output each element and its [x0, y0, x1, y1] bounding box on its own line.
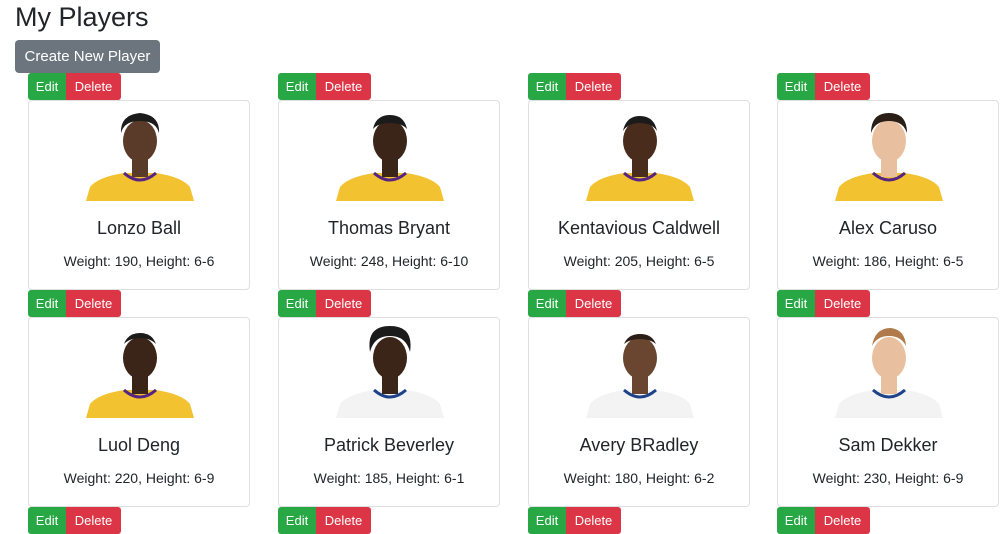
page-title: My Players	[15, 2, 149, 32]
player-name: Luol Deng	[97, 435, 181, 455]
edit-button[interactable]: Edit	[28, 290, 66, 317]
edit-button[interactable]: Edit	[777, 290, 815, 317]
player-actions: Edit Delete	[777, 290, 870, 317]
delete-button[interactable]: Delete	[316, 507, 371, 534]
player-photo	[86, 113, 194, 201]
player-photo	[835, 113, 943, 201]
player-actions: Edit Delete	[28, 290, 121, 317]
player-photo	[86, 333, 194, 418]
edit-button[interactable]: Edit	[528, 73, 566, 100]
edit-button[interactable]: Edit	[28, 73, 66, 100]
edit-button[interactable]: Edit	[278, 507, 316, 534]
player-actions: Edit Delete	[278, 290, 371, 317]
delete-button[interactable]: Delete	[566, 290, 621, 317]
player-photo	[835, 328, 943, 418]
player-photo	[586, 116, 694, 201]
player-actions: Edit Delete	[28, 507, 121, 534]
edit-button[interactable]: Edit	[278, 73, 316, 100]
player-stats: Weight: 230, Height: 6-9	[812, 470, 964, 486]
edit-button[interactable]: Edit	[528, 507, 566, 534]
delete-button[interactable]: Delete	[66, 290, 121, 317]
player-stats: Weight: 220, Height: 6-9	[63, 470, 215, 486]
player-name: Alex Caruso	[838, 218, 938, 238]
player-name: Patrick Beverley	[323, 435, 455, 455]
player-card: Patrick Beverley Weight: 185, Height: 6-…	[278, 317, 500, 507]
player-actions: Edit Delete	[777, 507, 870, 534]
player-card: Kentavious Caldwell Weight: 205, Height:…	[528, 100, 750, 290]
player-photo	[336, 326, 444, 418]
edit-button[interactable]: Edit	[278, 290, 316, 317]
player-name: Sam Dekker	[838, 435, 938, 455]
delete-button[interactable]: Delete	[66, 73, 121, 100]
edit-button[interactable]: Edit	[777, 507, 815, 534]
player-actions: Edit Delete	[528, 507, 621, 534]
player-name: Avery BRadley	[579, 435, 699, 455]
player-actions: Edit Delete	[278, 507, 371, 534]
player-actions: Edit Delete	[528, 290, 621, 317]
player-photo	[586, 334, 694, 418]
player-card: Avery BRadley Weight: 180, Height: 6-2	[528, 317, 750, 507]
player-actions: Edit Delete	[528, 73, 621, 100]
edit-button[interactable]: Edit	[777, 73, 815, 100]
player-card: Alex Caruso Weight: 186, Height: 6-5	[777, 100, 999, 290]
delete-button[interactable]: Delete	[815, 73, 870, 100]
player-actions: Edit Delete	[278, 73, 371, 100]
player-stats: Weight: 185, Height: 6-1	[313, 470, 465, 486]
delete-button[interactable]: Delete	[815, 290, 870, 317]
player-stats: Weight: 248, Height: 6-10	[309, 253, 469, 269]
player-stats: Weight: 190, Height: 6-6	[63, 253, 215, 269]
player-stats: Weight: 186, Height: 6-5	[812, 253, 964, 269]
edit-button[interactable]: Edit	[528, 290, 566, 317]
player-name: Lonzo Ball	[96, 218, 182, 238]
delete-button[interactable]: Delete	[566, 507, 621, 534]
player-card: Lonzo Ball Weight: 190, Height: 6-6	[28, 100, 250, 290]
player-actions: Edit Delete	[28, 73, 121, 100]
player-photo	[336, 115, 444, 201]
delete-button[interactable]: Delete	[316, 290, 371, 317]
player-name: Kentavious Caldwell	[557, 218, 721, 238]
player-stats: Weight: 180, Height: 6-2	[563, 470, 715, 486]
player-stats: Weight: 205, Height: 6-5	[563, 253, 715, 269]
delete-button[interactable]: Delete	[66, 507, 121, 534]
delete-button[interactable]: Delete	[316, 73, 371, 100]
edit-button[interactable]: Edit	[28, 507, 66, 534]
delete-button[interactable]: Delete	[566, 73, 621, 100]
delete-button[interactable]: Delete	[815, 507, 870, 534]
player-card: Thomas Bryant Weight: 248, Height: 6-10	[278, 100, 500, 290]
player-actions: Edit Delete	[777, 73, 870, 100]
create-new-player-button[interactable]: Create New Player	[15, 40, 160, 73]
player-card: Luol Deng Weight: 220, Height: 6-9	[28, 317, 250, 507]
player-card: Sam Dekker Weight: 230, Height: 6-9	[777, 317, 999, 507]
player-name: Thomas Bryant	[327, 218, 451, 238]
